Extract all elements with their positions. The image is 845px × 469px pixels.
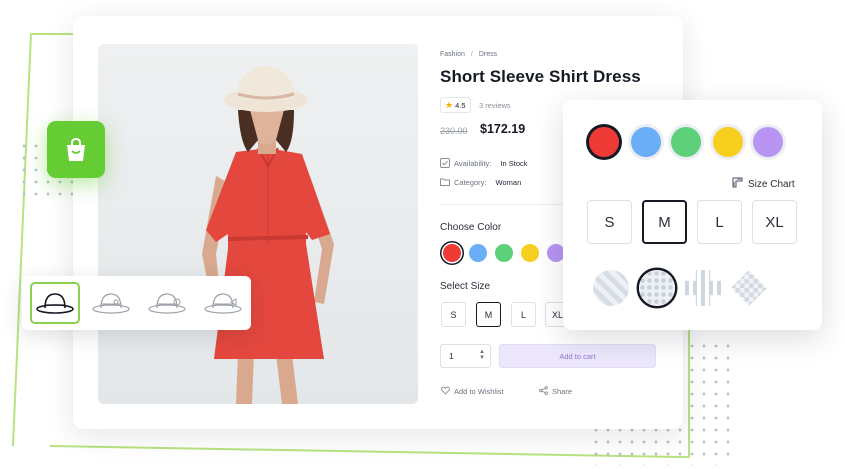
share-icon	[539, 386, 548, 397]
breadcrumb-item-dress[interactable]: Dress	[479, 51, 497, 58]
hat-flower-icon	[148, 293, 186, 314]
share-label: Share	[552, 387, 573, 396]
breadcrumb-item-fashion[interactable]: Fashion	[440, 51, 465, 58]
category-value[interactable]: Woman	[496, 178, 522, 187]
rating-value: 4.5	[455, 100, 466, 110]
color-swatch-red[interactable]	[443, 244, 461, 262]
availability-row: Availability: In Stock	[440, 158, 528, 168]
color-swatch-yellow[interactable]	[521, 244, 539, 262]
folder-icon	[440, 177, 450, 187]
hat-selector	[22, 276, 251, 330]
breadcrumb-separator: /	[470, 51, 473, 58]
popup-color-green[interactable]	[671, 127, 701, 157]
current-price: $172.19	[480, 122, 526, 136]
color-swatch-green[interactable]	[495, 244, 513, 262]
size-option-s[interactable]: S	[441, 302, 466, 327]
model-illustration	[202, 66, 334, 404]
share-link[interactable]: Share	[539, 386, 572, 397]
hat-bow-option[interactable]	[86, 282, 136, 324]
availability-label: Availability:	[454, 158, 492, 168]
rating-badge: ★ 4.5	[440, 97, 471, 113]
popup-size-xl[interactable]: XL	[752, 200, 797, 244]
popup-color-purple[interactable]	[753, 127, 783, 157]
hat-plain-option[interactable]	[30, 282, 80, 324]
add-to-cart-button[interactable]: Add to cart	[499, 344, 656, 368]
pattern-checker-swatch[interactable]	[731, 270, 767, 306]
breadcrumb: Fashion / Dress	[440, 51, 497, 58]
shopping-bag-badge	[47, 121, 105, 178]
availability-value: In Stock	[500, 158, 528, 168]
star-icon: ★	[445, 99, 454, 110]
size-chart-link[interactable]: Size Chart	[732, 177, 795, 191]
product-title: Short Sleeve Shirt Dress	[440, 67, 641, 86]
hat-bow-icon	[92, 293, 130, 314]
popup-size-l[interactable]: L	[697, 200, 742, 244]
pattern-hexagon-swatch[interactable]	[639, 270, 675, 306]
size-option-l[interactable]: L	[511, 302, 536, 327]
hat-ribbon-icon	[204, 293, 242, 314]
heart-icon	[441, 386, 450, 397]
decor-frame-left	[11, 33, 32, 446]
variant-popup: Size Chart S M L XL	[563, 100, 822, 330]
add-to-wishlist-link[interactable]: Add to Wishlist	[441, 386, 504, 397]
hat-ribbon-option[interactable]	[198, 282, 248, 324]
reviews-link[interactable]: 3 reviews	[479, 101, 511, 110]
checkbox-icon	[440, 158, 450, 168]
ruler-icon	[732, 177, 743, 191]
choose-color-label: Choose Color	[440, 222, 502, 233]
select-size-label: Select Size	[440, 281, 491, 292]
stepper-arrows-icon[interactable]: ▲ ▼	[479, 349, 485, 361]
category-row: Category: Woman	[440, 177, 521, 187]
size-chart-label: Size Chart	[748, 178, 795, 190]
wishlist-label: Add to Wishlist	[454, 387, 504, 396]
pattern-knot-swatch[interactable]	[685, 270, 721, 306]
hat-flower-option[interactable]	[142, 282, 192, 324]
size-option-m[interactable]: M	[476, 302, 501, 327]
shopping-bag-icon	[67, 137, 85, 161]
popup-color-yellow[interactable]	[713, 127, 743, 157]
product-photo	[98, 44, 418, 404]
quantity-stepper[interactable]: 1 ▲ ▼	[440, 344, 491, 368]
popup-color-red[interactable]	[589, 127, 619, 157]
old-price: 230.00	[440, 126, 468, 136]
popup-color-blue[interactable]	[631, 127, 661, 157]
popup-size-m[interactable]: M	[642, 200, 687, 244]
pattern-diamond-swatch[interactable]	[593, 270, 629, 306]
category-label: Category:	[454, 177, 487, 187]
color-swatch-blue[interactable]	[469, 244, 487, 262]
popup-size-s[interactable]: S	[587, 200, 632, 244]
quantity-value: 1	[449, 351, 454, 361]
hat-plain-icon	[36, 293, 74, 314]
